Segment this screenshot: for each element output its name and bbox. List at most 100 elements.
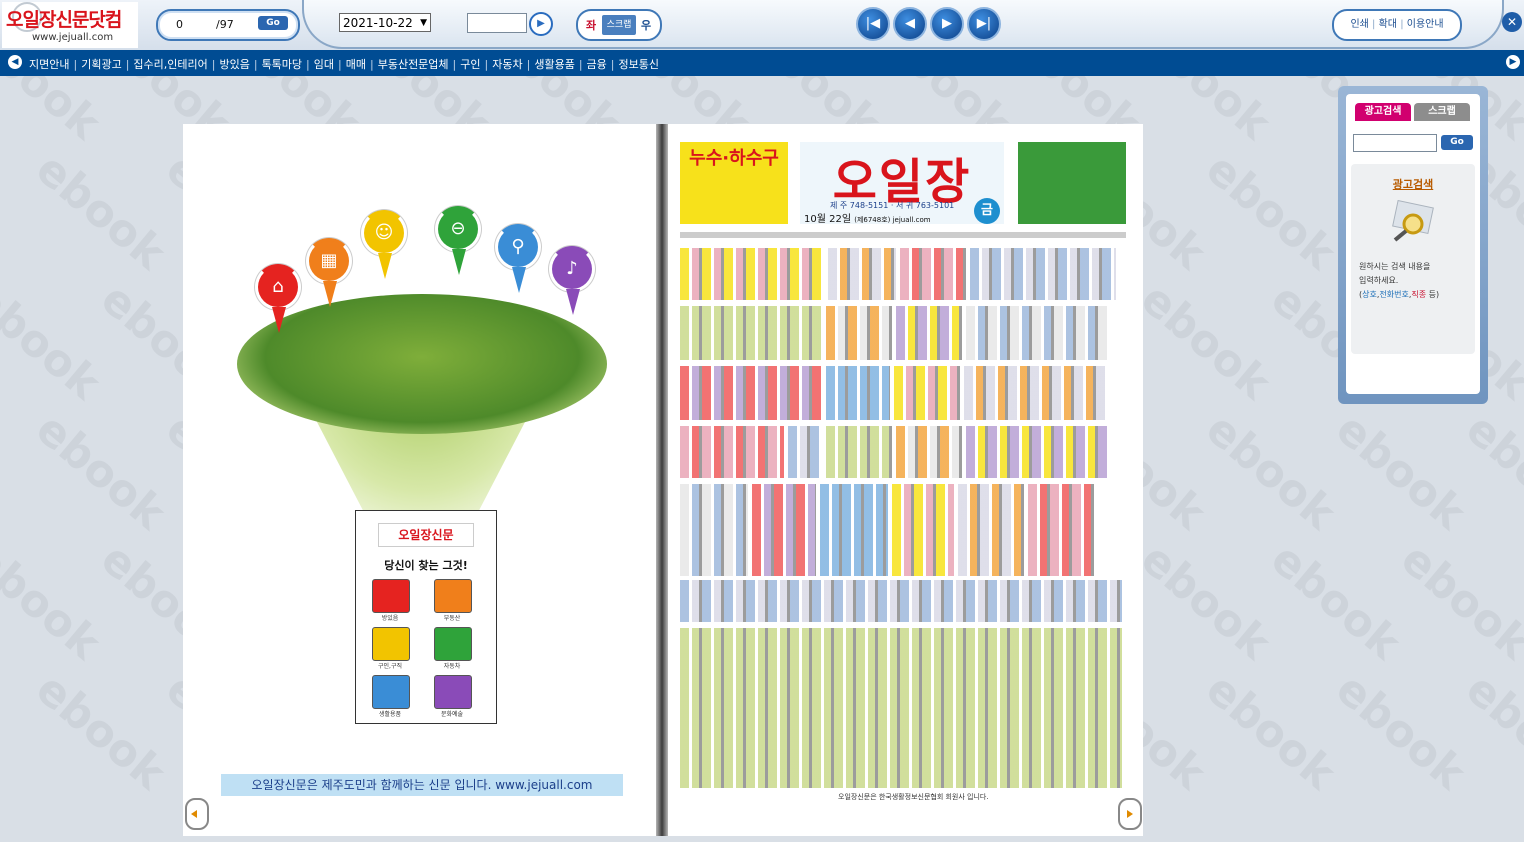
menu-item[interactable]: 기획광고	[81, 58, 121, 71]
ebook-watermark: ebook	[0, 76, 110, 150]
section-menu: 지면안내 | 기획광고 | 집수리,인테리어 | 방있음 | 톡톡마당 | 임대 | 매매 | 부동산전문업…	[29, 56, 659, 72]
ebook-watermark: ebook	[0, 273, 110, 410]
issue-date-select[interactable]: 2021-10-22 ▼	[339, 13, 431, 32]
classified-ad-tile	[892, 484, 954, 576]
ad-search-help-box: 광고검색 원하시는 검색 내용을 입력하세요. (상호,전화번호,직종 등)	[1351, 164, 1475, 354]
classified-ad-tile	[966, 426, 1108, 478]
issue-number: (제6748호) jejuall.com	[854, 216, 931, 224]
people-icon: ☺	[361, 210, 407, 279]
booklet-slogan: 당신이 찾는 그것!	[384, 559, 468, 572]
classified-ad-tile	[964, 366, 1106, 420]
nav-prev-arrow-icon[interactable]: ◀	[8, 55, 22, 69]
classified-ad-tile	[900, 248, 966, 300]
print-link[interactable]: 인쇄	[1350, 19, 1368, 30]
menu-item[interactable]: 생활용품	[534, 58, 574, 71]
classified-ad-tile	[680, 580, 1122, 622]
classified-ad-tile	[788, 426, 822, 478]
classified-ad-tile	[970, 248, 1116, 300]
menu-item[interactable]: 금융	[587, 58, 607, 71]
ebook-watermark: ebook	[1261, 533, 1410, 670]
menu-item[interactable]: 방있음	[219, 58, 249, 71]
mouse-next-icon[interactable]	[1118, 798, 1142, 830]
next-page-button[interactable]: ▶	[930, 7, 964, 41]
classified-ad-tile	[894, 366, 960, 420]
info-strip	[680, 232, 1126, 238]
left-page-button[interactable]: 좌	[586, 17, 596, 33]
last-page-button[interactable]: ▶|	[967, 7, 1001, 41]
zoom-link[interactable]: 확대	[1379, 19, 1397, 30]
scrap-button[interactable]: 스크랩	[602, 15, 636, 35]
view-mode-toggle: 좌 스크랩 우	[576, 9, 662, 41]
ad-tile: 누수·하수구	[680, 142, 788, 224]
menu-item[interactable]: 자동차	[492, 58, 522, 71]
issue-date-value: 2021-10-22	[343, 16, 413, 30]
mouse-prev-icon[interactable]	[185, 798, 209, 830]
menu-divider: |	[369, 58, 374, 71]
chevron-down-icon: ▼	[420, 18, 427, 28]
ebook-watermark: ebook	[26, 403, 175, 540]
booklet-category: 방있음	[381, 615, 399, 622]
site-logo[interactable]: 오일장신문닷컴 www.jejuall.com	[2, 2, 138, 48]
classified-ad-tile	[826, 306, 892, 360]
ad-search-panel: 광고검색 스크랩 Go 광고검색 원하시는 검색 내용을 입력하세요. (상호,…	[1338, 86, 1488, 404]
ebook-watermark: ebook	[1456, 663, 1524, 800]
menu-item[interactable]: 정보통신	[619, 58, 659, 71]
left-page[interactable]: ⌂ ▦ ☺ ⊖ ⚲ ♪ 오일장신문 당신이 찾는 그것! 방있음 부동산 구인,…	[183, 124, 656, 836]
prev-page-button[interactable]: ◀	[893, 7, 927, 41]
bicycle-icon	[372, 675, 410, 709]
menu-divider: |	[484, 58, 489, 71]
page-number-input[interactable]	[467, 13, 527, 33]
top-ad-headline: 누수·하수구	[689, 148, 779, 169]
booklet-category: 자동차	[443, 663, 461, 670]
ad-search-go-button[interactable]: Go	[1441, 135, 1473, 150]
classified-ad-tile	[1028, 484, 1094, 576]
total-pages: /97	[216, 18, 234, 31]
menu-divider: |	[125, 58, 130, 71]
classified-ad-tile	[826, 426, 892, 478]
ebook-watermark: ebook	[1196, 143, 1345, 280]
current-page: 0	[176, 18, 183, 31]
house-icon	[372, 579, 410, 613]
menu-item[interactable]: 톡톡마당	[262, 58, 302, 71]
magnifier-icon	[1392, 200, 1434, 242]
menu-item[interactable]: 임대	[314, 58, 334, 71]
ebook-watermark: ebook	[1196, 663, 1345, 800]
ad-search-help-text: 원하시는 검색 내용을 입력하세요. (상호,전화번호,직종 등)	[1359, 260, 1471, 302]
right-page-button[interactable]: 우	[641, 17, 651, 33]
classified-ad-tile	[680, 426, 784, 478]
classified-ad-tile	[828, 248, 896, 300]
car-icon	[434, 627, 472, 661]
guide-link[interactable]: 이용안내	[1407, 19, 1444, 30]
menu-item[interactable]: 부동산전문업체	[378, 58, 449, 71]
page-go-button[interactable]: Go	[258, 16, 288, 30]
hint-job: 직종	[1411, 290, 1427, 299]
ebook-watermark: ebook	[0, 533, 110, 670]
nav-next-arrow-icon[interactable]: ▶	[1506, 55, 1520, 69]
menu-item[interactable]: 지면안내	[29, 58, 69, 71]
first-page-button[interactable]: |◀	[856, 7, 890, 41]
booklet-title: 오일장신문	[378, 523, 474, 547]
ebook-watermark: ebook	[1131, 273, 1280, 410]
tab-ad-search[interactable]: 광고검색	[1355, 103, 1411, 121]
menu-divider: |	[578, 58, 583, 71]
right-page[interactable]: 누수·하수구 오일장 제 주 748-5151 · 서 귀 763-5101 1…	[668, 124, 1143, 836]
hint-phone: 전화번호	[1379, 290, 1409, 299]
hint-company: 상호	[1362, 290, 1377, 299]
booklet-category: 부동산	[443, 615, 461, 622]
menu-divider: |	[610, 58, 615, 71]
page-jump-button[interactable]: ▶	[529, 12, 553, 36]
classified-ad-tile	[826, 366, 890, 420]
tab-scrap[interactable]: 스크랩	[1414, 103, 1470, 121]
masthead-date: 10월 22일 (제6748호) jejuall.com	[804, 210, 931, 225]
day-badge: 금	[974, 198, 1000, 224]
menu-divider: |	[526, 58, 531, 71]
ad-search-input[interactable]	[1353, 134, 1437, 152]
ebook-watermark: ebook	[1196, 403, 1345, 540]
menu-item[interactable]: 매매	[346, 58, 366, 71]
culture-icon: ♪	[549, 246, 595, 315]
menu-item[interactable]: 집수리,인테리어	[133, 58, 207, 71]
bicycle-icon: ⚲	[495, 224, 541, 293]
ebook-watermark: ebook	[1131, 76, 1280, 150]
close-icon[interactable]: ✕	[1502, 12, 1522, 32]
menu-item[interactable]: 구인	[460, 58, 480, 71]
